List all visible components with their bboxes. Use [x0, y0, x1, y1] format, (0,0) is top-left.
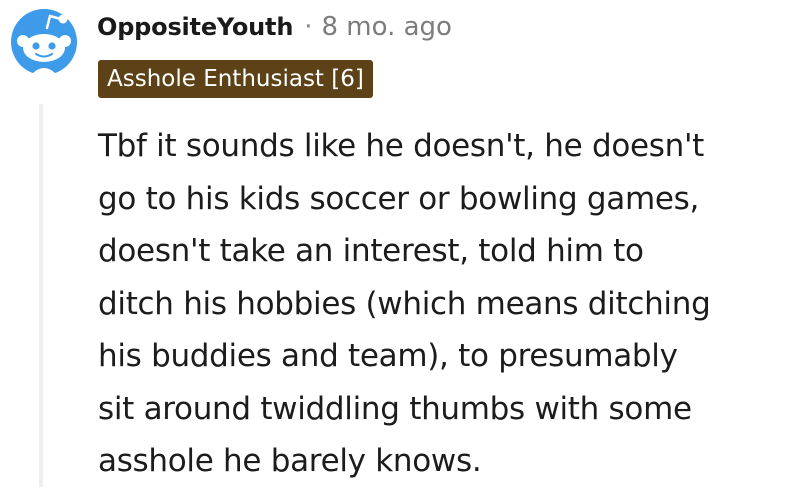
comment-text-line: doesn't take an interest, told him to	[98, 233, 644, 269]
snoo-avatar-icon	[11, 9, 77, 76]
comment-header: OppositeYouth · 8 mo. ago	[97, 8, 452, 46]
comment-text-line: his buddies and team), to presumably	[98, 338, 678, 374]
meta-separator: ·	[304, 12, 313, 42]
comment-text-line: go to his kids soccer or bowling games,	[98, 180, 700, 217]
comment-text-line: Tbf it sounds like he doesn't, he doesn'…	[98, 128, 705, 164]
comment-text-line: asshole he barely knows.	[98, 443, 482, 479]
avatar[interactable]	[10, 8, 78, 76]
comment-body: Tbf it sounds like he doesn't, he doesn'…	[98, 120, 788, 488]
timestamp[interactable]: 8 mo. ago	[322, 12, 452, 42]
username-link[interactable]: OppositeYouth	[97, 13, 293, 41]
comment-text-line: ditch his hobbies (which means ditching	[98, 285, 711, 322]
user-flair-badge: Asshole Enthusiast [6]	[98, 60, 373, 98]
thread-collapse-line[interactable]	[39, 104, 43, 487]
comment-text-line: sit around twiddling thumbs with some	[98, 390, 692, 427]
